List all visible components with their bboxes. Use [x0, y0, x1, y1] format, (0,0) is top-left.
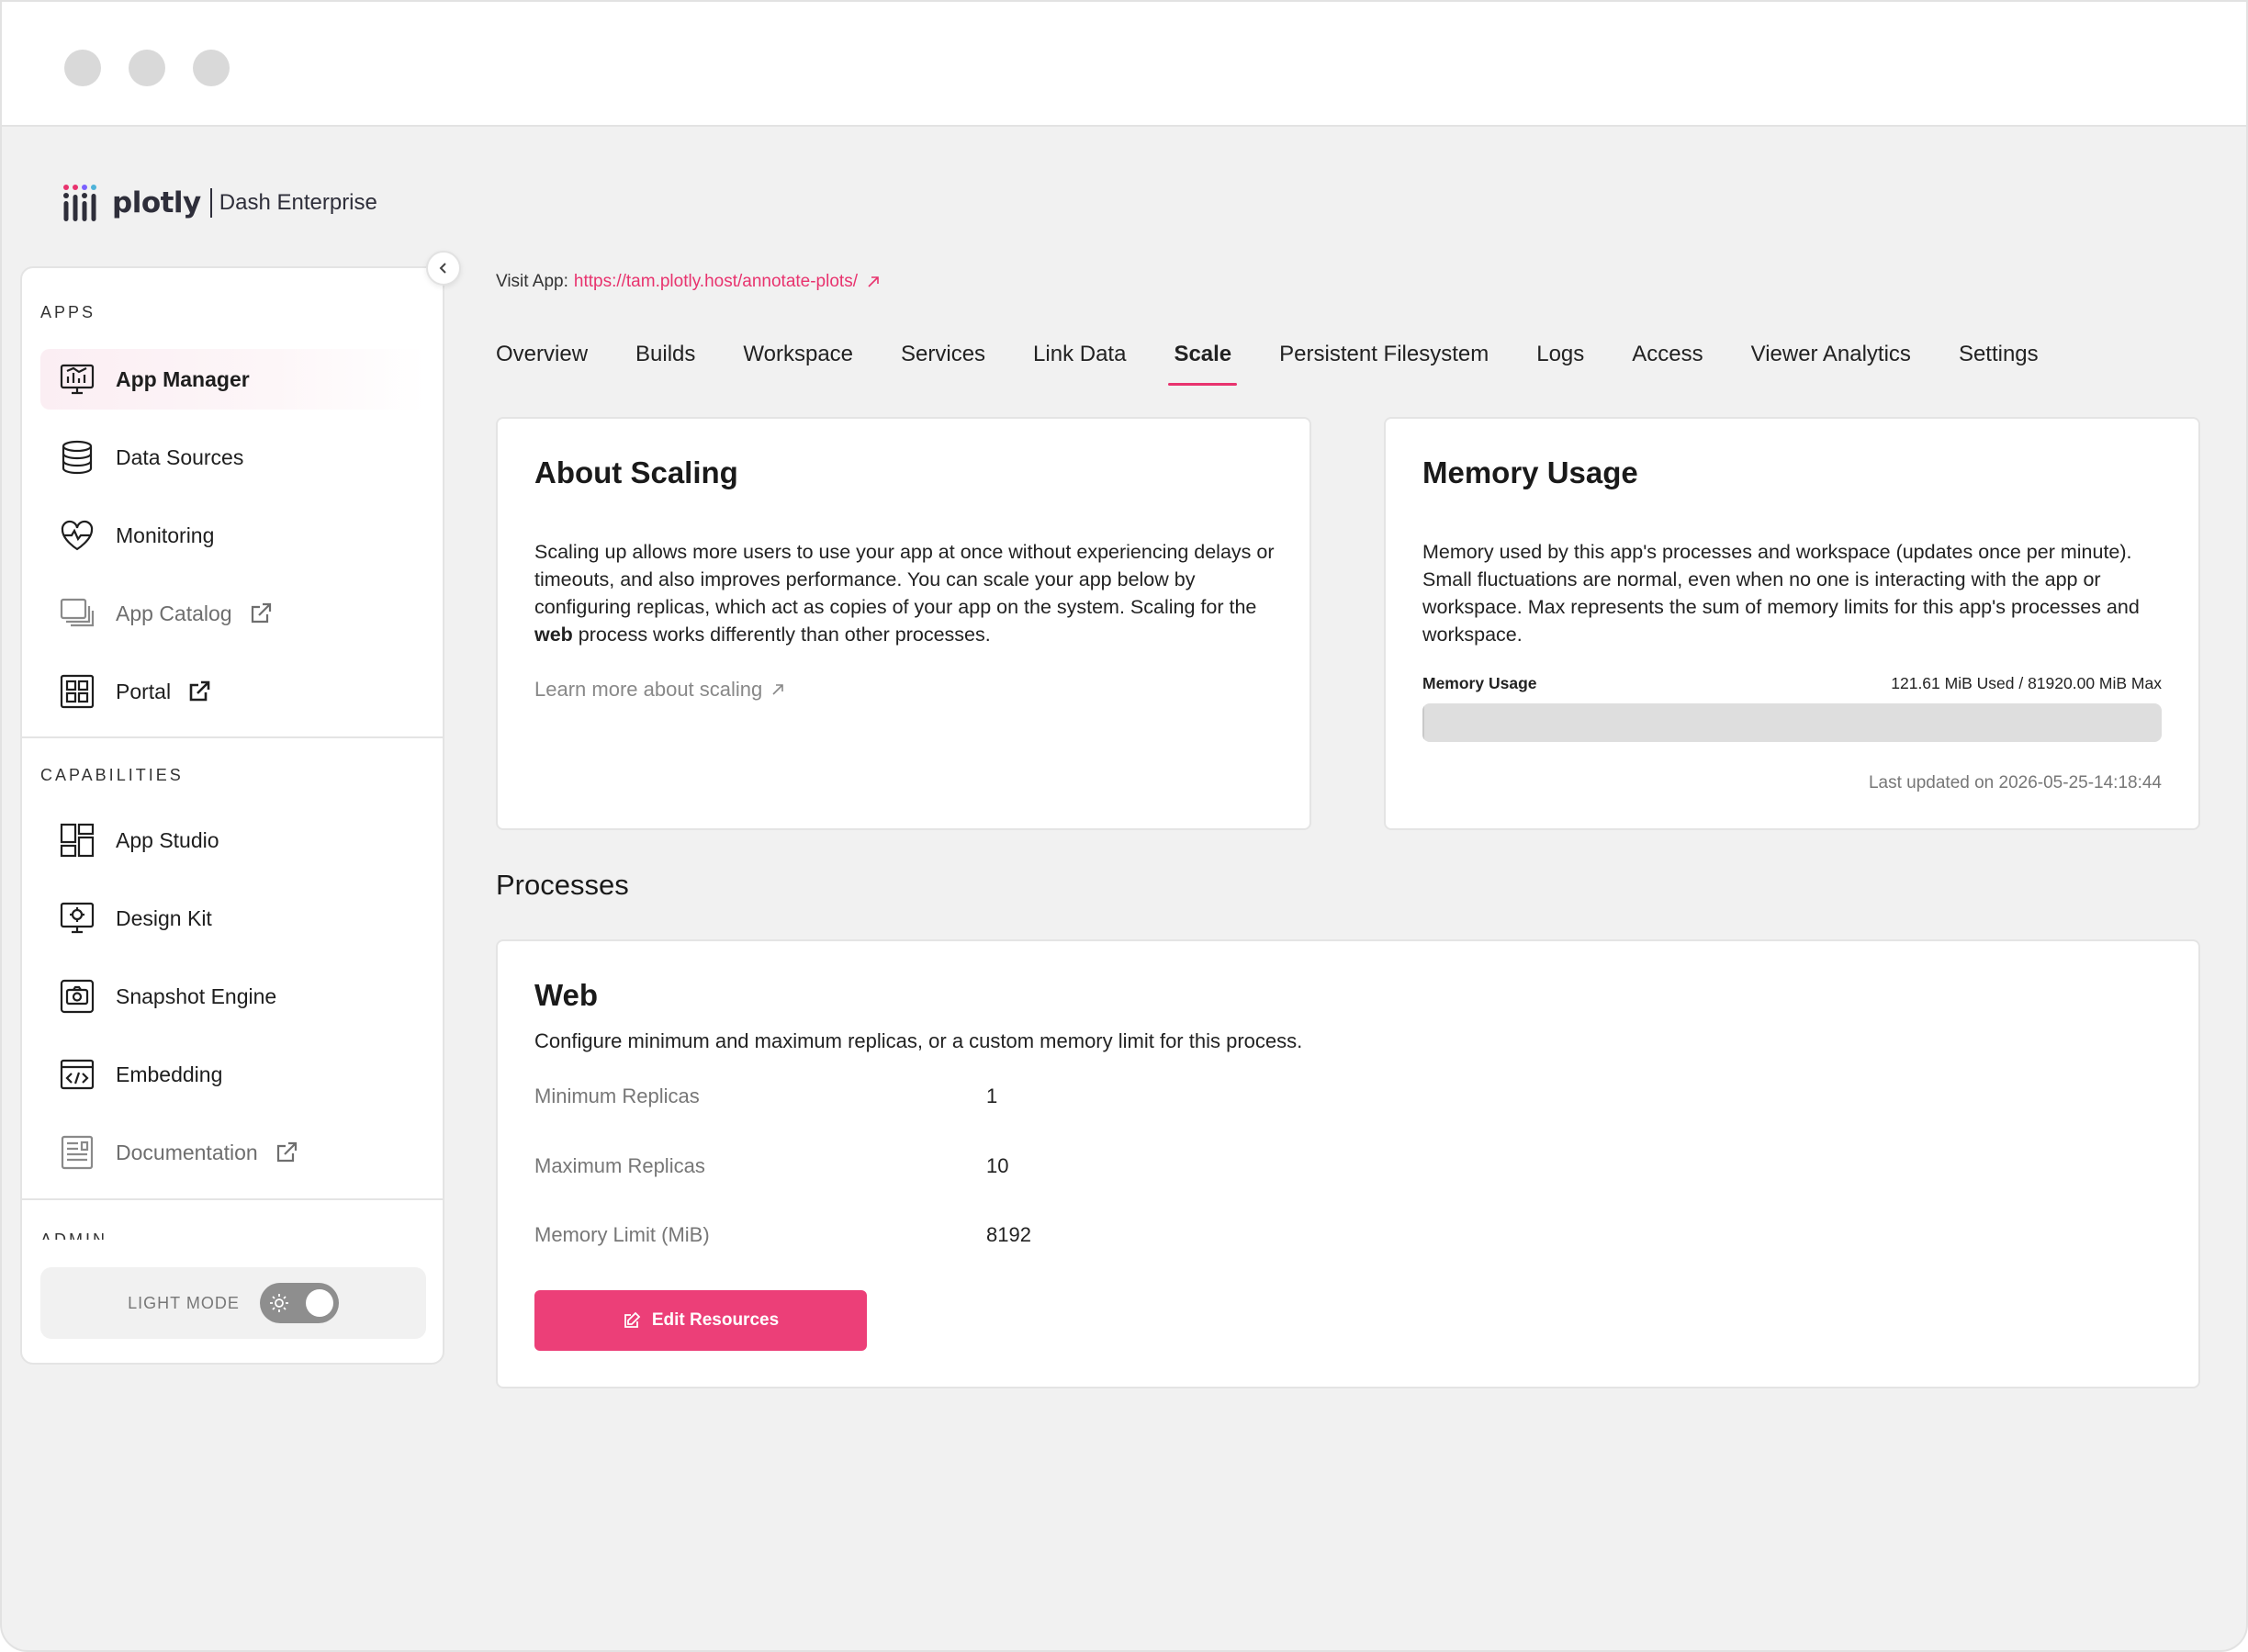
brand-product: Dash Enterprise — [219, 190, 377, 215]
arrow-up-right-icon — [868, 276, 879, 287]
sidebar-item-snapshot-engine[interactable]: Snapshot Engine — [40, 966, 426, 1027]
sidebar-item-label: Design Kit — [116, 905, 212, 930]
processes-heading: Processes — [496, 869, 629, 901]
sidebar-item-label: Embedding — [116, 1062, 223, 1086]
catalog-icon — [60, 598, 95, 627]
sidebar-item-app-catalog[interactable]: App Catalog — [40, 583, 426, 644]
external-link-icon — [276, 1141, 297, 1163]
theme-mode-label: LIGHT MODE — [128, 1293, 240, 1312]
sidebar-item-app-manager[interactable]: App Manager — [40, 349, 426, 410]
learn-more-scaling-link[interactable]: Learn more about scaling — [534, 678, 786, 702]
brand-word: plotly — [112, 186, 201, 219]
web-process-card: Web Configure minimum and maximum replic… — [496, 939, 2200, 1388]
external-link-icon — [251, 602, 271, 624]
app-window: plotly Dash Enterprise APPS App Manager … — [0, 0, 2248, 1652]
code-window-icon — [60, 1059, 95, 1090]
brand-logo[interactable]: plotly Dash Enterprise — [62, 182, 377, 224]
sidebar-item-design-kit[interactable]: Design Kit — [40, 888, 426, 949]
sidebar-item-documentation[interactable]: Documentation — [40, 1122, 426, 1183]
web-process-description: Configure minimum and maximum replicas, … — [534, 1029, 1303, 1052]
tab-persistent-filesystem[interactable]: Persistent Filesystem — [1279, 332, 1489, 384]
memory-usage-card: Memory Usage Memory used by this app's p… — [1384, 417, 2200, 830]
heart-pulse-icon — [61, 520, 94, 551]
sidebar-item-label: Portal — [116, 679, 172, 703]
max-replicas-label: Maximum Replicas — [534, 1154, 705, 1177]
memory-usage-bar — [1422, 703, 2162, 742]
visit-app-link[interactable]: https://tam.plotly.host/annotate-plots/ — [574, 272, 858, 292]
tab-overview[interactable]: Overview — [496, 332, 588, 384]
memory-usage-title: Memory Usage — [1422, 455, 1638, 489]
sun-icon — [269, 1294, 288, 1312]
sidebar-item-portal[interactable]: Portal — [40, 661, 426, 722]
app-tabs: Overview Builds Workspace Services Link … — [496, 332, 2086, 386]
tab-builds[interactable]: Builds — [635, 332, 695, 384]
sidebar-divider — [22, 1198, 443, 1200]
monitor-chart-icon — [60, 364, 95, 395]
memory-limit-value: 8192 — [986, 1223, 1031, 1246]
sidebar-item-label: Documentation — [116, 1140, 258, 1164]
sidebar-item-label: Monitoring — [116, 523, 215, 547]
theme-toggle-knob — [305, 1289, 333, 1317]
sidebar-section-apps: APPS — [40, 303, 96, 321]
memory-last-updated: Last updated on 2026-05-25-14:18:44 — [1868, 773, 2162, 792]
about-scaling-card: About Scaling Scaling up allows more use… — [496, 417, 1311, 830]
sidebar-collapse-button[interactable] — [426, 251, 461, 286]
tab-settings[interactable]: Settings — [1959, 332, 2039, 384]
about-scaling-title: About Scaling — [534, 455, 738, 489]
tab-workspace[interactable]: Workspace — [743, 332, 853, 384]
tab-link-data[interactable]: Link Data — [1033, 332, 1126, 384]
sidebar-item-label: Snapshot Engine — [116, 983, 277, 1008]
theme-mode-panel: LIGHT MODE — [40, 1267, 426, 1339]
min-replicas-label: Minimum Replicas — [534, 1084, 700, 1107]
memory-usage-header: Memory Usage 121.61 MiB Used / 81920.00 … — [1422, 674, 2162, 693]
min-replicas-value: 1 — [986, 1084, 998, 1107]
edit-resources-button[interactable]: Edit Resources — [534, 1290, 867, 1351]
tab-viewer-analytics[interactable]: Viewer Analytics — [1751, 332, 1911, 384]
sidebar-item-monitoring[interactable]: Monitoring — [40, 505, 426, 566]
camera-icon — [60, 979, 95, 1014]
tab-services[interactable]: Services — [901, 332, 985, 384]
brand-separator — [209, 188, 212, 218]
sidebar-section-admin: ADMIN — [40, 1231, 107, 1240]
sidebar-item-embedding[interactable]: Embedding — [40, 1044, 426, 1105]
sidebar-item-label: App Catalog — [116, 601, 232, 625]
window-titlebar — [2, 2, 2246, 127]
chevron-left-icon — [439, 263, 446, 274]
database-icon — [62, 440, 93, 475]
sidebar: APPS App Manager Data Sources Monitoring — [20, 266, 444, 1365]
web-process-title: Web — [534, 978, 599, 1012]
arrow-up-right-icon — [772, 684, 784, 695]
sidebar-item-app-studio[interactable]: App Studio — [40, 810, 426, 871]
design-monitor-icon — [60, 902, 95, 934]
memory-usage-text: Memory used by this app's processes and … — [1422, 541, 2140, 646]
sidebar-item-label: App Manager — [116, 366, 250, 391]
window-maximize-button[interactable] — [193, 50, 230, 86]
visit-app-label: Visit App: — [496, 272, 568, 291]
plotly-logo-icon — [63, 185, 96, 221]
sidebar-section-capabilities: CAPABILITIES — [40, 766, 184, 784]
sidebar-divider — [22, 736, 443, 738]
memory-usage-value: 121.61 MiB Used / 81920.00 MiB Max — [1891, 674, 2162, 692]
memory-bar-label: Memory Usage — [1422, 674, 1537, 692]
sidebar-item-label: Data Sources — [116, 444, 244, 469]
external-link-icon — [189, 680, 210, 702]
edit-icon — [624, 1311, 641, 1328]
tab-scale[interactable]: Scale — [1168, 332, 1237, 386]
tab-logs[interactable]: Logs — [1536, 332, 1584, 384]
visit-app: Visit App: https://tam.plotly.host/annot… — [496, 272, 882, 292]
theme-toggle[interactable] — [259, 1283, 339, 1323]
layout-icon — [60, 823, 95, 858]
window-close-button[interactable] — [64, 50, 101, 86]
max-replicas-value: 10 — [986, 1154, 1009, 1177]
sidebar-item-data-sources[interactable]: Data Sources — [40, 427, 426, 488]
sidebar-item-label: App Studio — [116, 827, 219, 852]
tab-access[interactable]: Access — [1632, 332, 1703, 384]
document-icon — [61, 1135, 94, 1170]
about-scaling-text: Scaling up allows more users to use your… — [534, 541, 1275, 646]
portal-grid-icon — [60, 674, 95, 709]
memory-usage-bar-fill — [1422, 703, 1425, 742]
window-minimize-button[interactable] — [129, 50, 165, 86]
memory-limit-label: Memory Limit (MiB) — [534, 1223, 710, 1246]
